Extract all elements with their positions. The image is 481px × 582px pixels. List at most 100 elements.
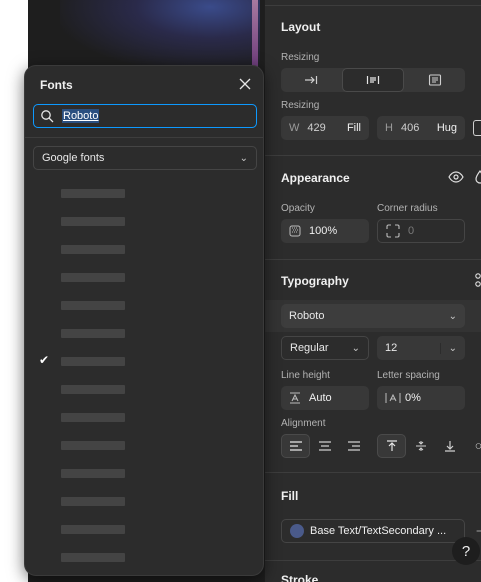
font-list-item[interactable] xyxy=(25,207,263,235)
corner-radius-field[interactable]: 0 xyxy=(377,219,465,243)
line-height-field[interactable]: Auto xyxy=(281,386,369,410)
align-left-button[interactable] xyxy=(281,434,310,458)
align-center-icon xyxy=(318,441,331,451)
font-list-item[interactable]: ✔ xyxy=(25,347,263,375)
letter-spacing-value: 0% xyxy=(405,392,421,404)
align-center-button[interactable] xyxy=(310,434,339,458)
font-source-dropdown[interactable]: Google fonts ⌄ xyxy=(33,146,257,170)
appearance-section-title: Appearance xyxy=(281,171,350,185)
font-weight-value: Regular xyxy=(290,342,329,354)
font-list-item[interactable] xyxy=(25,431,263,459)
font-list-item[interactable] xyxy=(25,543,263,571)
font-search-input[interactable]: Roboto xyxy=(33,104,257,128)
font-family-dropdown[interactable]: Roboto ⌄ xyxy=(281,304,465,328)
font-name-placeholder xyxy=(61,385,125,394)
font-source-value: Google fonts xyxy=(42,152,105,164)
font-list-item[interactable] xyxy=(25,515,263,543)
section-divider xyxy=(265,560,481,561)
align-top-icon xyxy=(386,440,397,451)
letter-spacing-icon xyxy=(385,393,401,403)
resize-fill-option[interactable] xyxy=(341,68,405,92)
height-mode[interactable]: Hug xyxy=(437,122,457,134)
search-value: Roboto xyxy=(62,109,100,123)
align-left-icon xyxy=(289,441,302,451)
resize-fixed-option[interactable] xyxy=(281,68,342,92)
layout-section-title: Layout xyxy=(281,20,321,34)
arrow-right-bar-icon xyxy=(305,76,318,84)
font-list-item[interactable] xyxy=(25,319,263,347)
text-settings-icon[interactable] xyxy=(475,438,481,454)
corner-radius-icon xyxy=(386,224,400,238)
opacity-label: Opacity xyxy=(281,203,315,214)
alignment-label: Alignment xyxy=(281,418,326,429)
font-list-item[interactable] xyxy=(25,263,263,291)
align-bottom-button[interactable] xyxy=(435,434,464,458)
vertical-alignment-group xyxy=(377,434,464,458)
letter-spacing-field[interactable]: 0% xyxy=(377,386,465,410)
close-icon xyxy=(239,78,251,90)
font-list-item[interactable] xyxy=(25,291,263,319)
align-middle-button[interactable] xyxy=(406,434,435,458)
typography-section-title: Typography xyxy=(281,274,349,288)
search-icon xyxy=(41,110,54,123)
fill-container-icon xyxy=(366,76,380,84)
height-prefix: H xyxy=(385,122,393,134)
eye-icon[interactable] xyxy=(446,169,466,185)
panel-divider xyxy=(265,5,481,6)
align-right-icon xyxy=(347,441,360,451)
font-size-field[interactable]: 12 ⌄ xyxy=(377,336,465,360)
align-right-button[interactable] xyxy=(339,434,368,458)
font-name-placeholder xyxy=(61,301,125,310)
font-name-placeholder xyxy=(61,245,125,254)
font-name-placeholder xyxy=(61,329,125,338)
checkmark-icon: ✔ xyxy=(39,353,50,367)
font-list-item[interactable] xyxy=(25,179,263,207)
font-name-placeholder xyxy=(61,441,125,450)
fonts-popover-title: Fonts xyxy=(40,78,73,92)
width-mode[interactable]: Fill xyxy=(347,122,361,134)
blend-mode-icon[interactable] xyxy=(474,169,481,185)
resize-hug-option[interactable] xyxy=(404,68,465,92)
color-swatch[interactable] xyxy=(290,524,304,538)
close-button[interactable] xyxy=(236,75,254,93)
font-list-item[interactable] xyxy=(25,403,263,431)
font-list-item[interactable] xyxy=(25,375,263,403)
corner-radius-label: Corner radius xyxy=(377,203,438,214)
resizing-label: Resizing xyxy=(281,52,320,63)
font-name-placeholder xyxy=(61,357,125,366)
font-name-placeholder xyxy=(61,273,125,282)
fill-style-field[interactable]: Base Text/TextSecondary ... xyxy=(281,519,465,543)
stroke-section-title: Stroke xyxy=(281,573,319,582)
font-weight-dropdown[interactable]: Regular ⌄ xyxy=(281,336,369,360)
line-height-value: Auto xyxy=(309,392,332,404)
font-name-placeholder xyxy=(61,469,125,478)
help-button[interactable]: ? xyxy=(452,537,480,565)
font-list-item[interactable] xyxy=(25,459,263,487)
more-options-icon[interactable] xyxy=(474,271,481,289)
font-name-placeholder xyxy=(61,525,125,534)
height-field[interactable]: H 406 Hug xyxy=(377,116,465,140)
font-name-placeholder xyxy=(61,413,125,422)
corner-radius-value: 0 xyxy=(408,225,415,237)
align-top-button[interactable] xyxy=(377,434,406,458)
opacity-field[interactable]: 100% xyxy=(281,219,369,243)
chevron-down-icon: ⌄ xyxy=(239,152,248,164)
section-divider xyxy=(265,259,481,260)
chevron-down-icon[interactable]: ⌄ xyxy=(439,342,457,354)
width-field[interactable]: W 429 Fill xyxy=(281,116,369,140)
font-size-value: 12 xyxy=(385,342,398,354)
font-list-item[interactable] xyxy=(25,235,263,263)
height-value: 406 xyxy=(400,122,420,134)
width-value: 429 xyxy=(307,122,326,134)
width-prefix: W xyxy=(289,122,300,134)
properties-panel: Layout Resizing Resizing W 429 Fill H 40… xyxy=(264,0,481,582)
clip-content-icon[interactable] xyxy=(473,120,481,136)
font-list-item[interactable] xyxy=(25,487,263,515)
section-divider xyxy=(265,155,481,156)
fill-section-title: Fill xyxy=(281,489,299,503)
line-height-icon xyxy=(290,392,300,404)
canvas-frame-preview xyxy=(60,0,260,70)
text-block-icon xyxy=(428,74,441,86)
resizing-segmented-control xyxy=(281,68,465,92)
detach-style-icon[interactable] xyxy=(476,526,481,536)
